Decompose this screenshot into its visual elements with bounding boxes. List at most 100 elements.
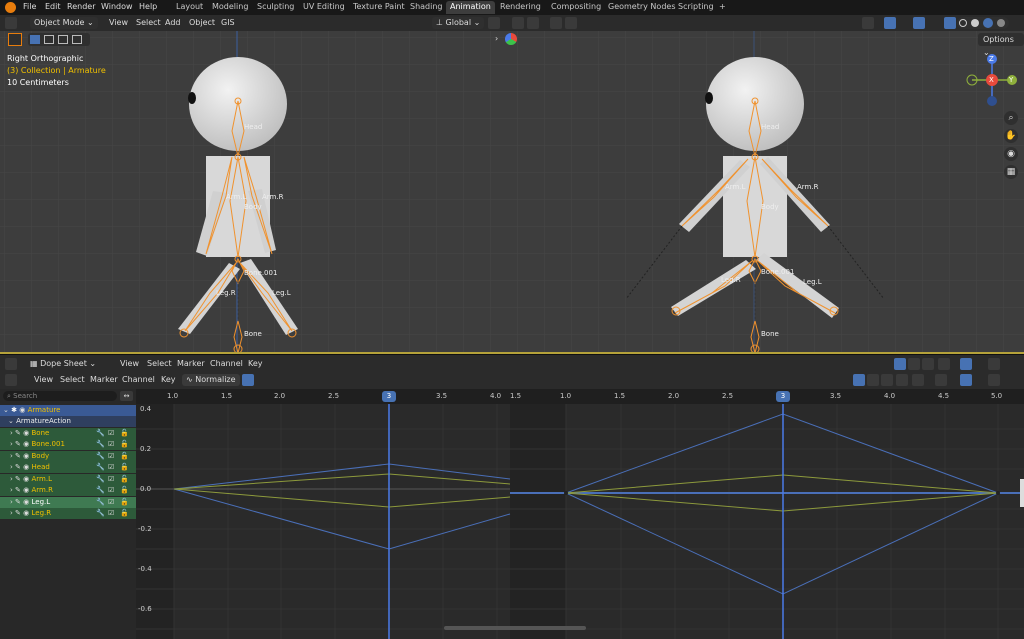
ds-menu-key[interactable]: Key (248, 359, 263, 368)
menu-file[interactable]: File (23, 2, 36, 11)
expand-icon[interactable]: › (10, 452, 13, 460)
eye-icon[interactable]: ◉ (23, 452, 29, 460)
pin-icon[interactable]: ✎ (15, 486, 21, 494)
channel-row-armature[interactable]: ⌄ ✱ ◉ Armature (0, 405, 136, 416)
expand-icon[interactable]: ⌄ (3, 406, 9, 414)
navigation-gizmo[interactable]: Z Y X (966, 51, 1018, 109)
channel-row-action[interactable]: ⌄ ArmatureAction (0, 416, 136, 427)
ds-menu-marker[interactable]: Marker (177, 359, 205, 368)
gizmo-toggle-icon[interactable] (884, 17, 896, 29)
xray-toggle-icon[interactable] (944, 17, 956, 29)
lock-icon[interactable]: 🔓 (120, 485, 129, 496)
expand-icon[interactable]: › (10, 509, 13, 517)
ge-filter-icon[interactable] (912, 374, 924, 386)
3d-viewport[interactable]: › Options ⌄ Right Orthographic (3) Colle… (0, 31, 1024, 353)
select-tool-button[interactable] (8, 33, 22, 46)
shading-modes[interactable] (957, 17, 1009, 29)
modifier-icon[interactable]: 🔧 (96, 428, 105, 439)
tab-modeling[interactable]: Modeling (208, 1, 252, 14)
swap-icon[interactable]: ↔ (120, 391, 133, 401)
eye-icon[interactable]: ◉ (23, 429, 29, 437)
menu-object[interactable]: Object (189, 18, 215, 27)
pan-hand-icon[interactable]: ✋ (1004, 129, 1018, 143)
right-graph-curves[interactable] (564, 413, 1024, 595)
pin-icon[interactable]: ✎ (15, 440, 21, 448)
checkbox-icon[interactable]: ☑ (108, 451, 114, 462)
channel-row-arm-l[interactable]: › ✎ ◉ Arm.L 🔧 ☑ 🔓 (0, 474, 136, 485)
filter-icon[interactable] (938, 358, 950, 370)
material-shading-icon[interactable] (983, 18, 993, 28)
lock-icon[interactable]: 🔓 (120, 497, 129, 508)
rendered-shading-icon[interactable] (997, 19, 1005, 27)
ds-menu-select[interactable]: Select (147, 359, 172, 368)
modifier-icon[interactable]: 🔧 (96, 508, 105, 519)
ge-proportional-icon[interactable] (988, 374, 1000, 386)
current-frame-indicator[interactable]: 3 (382, 391, 396, 402)
current-frame-indicator-right[interactable]: 3 (776, 391, 790, 402)
expand-icon[interactable]: › (10, 463, 13, 471)
tab-sculpting[interactable]: Sculpting (253, 1, 298, 14)
tab-uv-editing[interactable]: UV Editing (299, 1, 349, 14)
ge-pivot-icon[interactable] (935, 374, 947, 386)
only-selected-icon[interactable] (894, 358, 906, 370)
auto-keying-icon[interactable] (960, 358, 972, 370)
timeline-editor-icon[interactable] (5, 358, 17, 370)
search-input[interactable]: ⌕ Search (3, 391, 117, 401)
pin-icon[interactable]: ✎ (15, 463, 21, 471)
normalize-settings-icon[interactable] (242, 374, 254, 386)
falloff-icon[interactable] (565, 17, 577, 29)
editor-type-icon[interactable] (5, 17, 17, 29)
tab-layout[interactable]: Layout (172, 1, 207, 14)
mode-select[interactable]: Object Mode ⌄ (30, 17, 98, 29)
select-extend-icon[interactable] (44, 35, 54, 44)
ge-only-selected-icon[interactable] (853, 374, 865, 386)
pin-icon[interactable]: ✎ (15, 509, 21, 517)
proportional-icon[interactable] (988, 358, 1000, 370)
expand-icon[interactable]: ⌄ (8, 417, 14, 425)
lock-icon[interactable]: 🔓 (120, 428, 129, 439)
orientation-select[interactable]: ⊥ Global ⌄ (432, 17, 485, 29)
select-new-icon[interactable] (30, 35, 40, 44)
expand-toolbar-icon[interactable]: › (495, 34, 498, 43)
ge-only-errors-icon[interactable] (881, 374, 893, 386)
menu-gis[interactable]: GIS (221, 18, 235, 27)
expand-icon[interactable]: › (10, 486, 13, 494)
tab-texture-paint[interactable]: Texture Paint (349, 1, 409, 14)
ge-menu-key[interactable]: Key (161, 375, 176, 384)
lock-icon[interactable]: 🔓 (120, 439, 129, 450)
modifier-icon[interactable]: 🔧 (96, 439, 105, 450)
visibility-icon[interactable] (862, 17, 874, 29)
ge-menu-marker[interactable]: Marker (90, 375, 118, 384)
ge-menu-select[interactable]: Select (60, 375, 85, 384)
lock-icon[interactable]: 🔓 (120, 508, 129, 519)
checkbox-icon[interactable]: ☑ (108, 497, 114, 508)
blender-logo-icon[interactable] (5, 2, 16, 13)
ge-auto-keying-icon[interactable] (960, 374, 972, 386)
select-mode-group[interactable] (28, 33, 90, 46)
eye-icon[interactable]: ◉ (19, 406, 25, 414)
camera-view-icon[interactable]: ◉ (1004, 147, 1018, 161)
options-button[interactable]: Options ⌄ (978, 33, 1024, 57)
solid-shading-icon[interactable] (971, 19, 979, 27)
ge-show-hidden-icon[interactable] (867, 374, 879, 386)
graph-editor-icon[interactable] (5, 374, 17, 386)
tab-compositing[interactable]: Compositing (547, 1, 605, 14)
tab-geometry-nodes[interactable]: Geometry Nodes (604, 1, 679, 14)
menu-help[interactable]: Help (139, 2, 157, 11)
channel-row-bone001[interactable]: › ✎ ◉ Bone.001 🔧 ☑ 🔓 (0, 439, 136, 450)
normalize-toggle[interactable]: ∿ Normalize (182, 374, 240, 386)
pin-icon[interactable]: ✎ (15, 452, 21, 460)
add-workspace-button[interactable]: + (715, 1, 730, 14)
ge-menu-channel[interactable]: Channel (122, 375, 155, 384)
select-invert-icon[interactable] (72, 35, 82, 44)
tab-rendering[interactable]: Rendering (496, 1, 545, 14)
modifier-icon[interactable]: 🔧 (96, 451, 105, 462)
checkbox-icon[interactable]: ☑ (108, 462, 114, 473)
eye-icon[interactable]: ◉ (23, 498, 29, 506)
only-errors-icon[interactable] (922, 358, 934, 370)
pin-icon[interactable]: ✎ (15, 475, 21, 483)
tab-shading[interactable]: Shading (406, 1, 447, 14)
proportional-edit-icon[interactable] (550, 17, 562, 29)
menu-render[interactable]: Render (67, 2, 95, 11)
menu-select[interactable]: Select (136, 18, 161, 27)
